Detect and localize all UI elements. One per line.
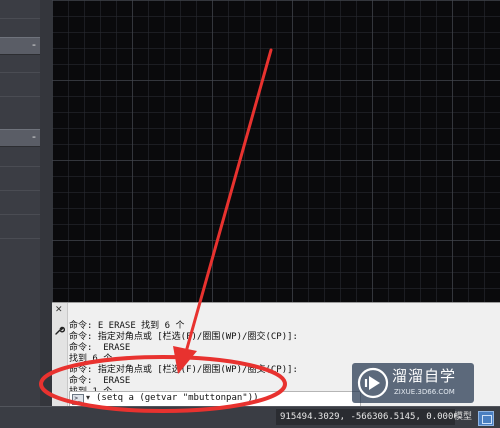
- command-input-text[interactable]: (setq a (getvar "mbuttonpan")): [96, 393, 259, 404]
- collapse-icon[interactable]: -: [32, 131, 36, 143]
- history-line: 命令: 指定对角点或 [栏选(F)/圈围(WP)/圈交(CP)]:: [69, 332, 298, 342]
- command-input[interactable]: >_ ▾ (setq a (getvar "mbuttonpan")): [69, 391, 361, 407]
- collapse-icon[interactable]: -: [32, 39, 36, 51]
- palette-section-header[interactable]: -: [0, 37, 40, 55]
- play-logo-icon: [357, 367, 389, 399]
- palette-divider: [0, 190, 40, 191]
- watermark-url: ZIXUE.3D66.COM: [394, 388, 455, 396]
- chevron-down-icon[interactable]: ▾: [86, 393, 90, 402]
- coordinate-readout[interactable]: 915494.3029, -566306.5145, 0.0000: [276, 409, 455, 425]
- status-bar: 915494.3029, -566306.5145, 0.0000 模型: [0, 406, 500, 428]
- history-line: 命令: E ERASE 找到 6 个: [69, 321, 185, 331]
- watermark-title: 溜溜自学: [392, 367, 457, 385]
- command-window-sidebar: ✕: [52, 303, 68, 407]
- palette-divider: [0, 238, 40, 239]
- close-icon[interactable]: ✕: [55, 305, 63, 315]
- palette-divider: [0, 18, 40, 19]
- history-line: 命令: ERASE: [69, 343, 131, 353]
- grid-icon[interactable]: [478, 411, 494, 426]
- palette-divider: [0, 214, 40, 215]
- command-prompt-icon[interactable]: >_: [72, 394, 84, 405]
- palette-divider: [0, 72, 40, 73]
- palette-divider: [0, 96, 40, 97]
- palette-scroll-edge: [40, 0, 52, 406]
- properties-palette: - -: [0, 0, 53, 406]
- wrench-icon[interactable]: [54, 325, 65, 339]
- palette-divider: [0, 166, 40, 167]
- model-space-button[interactable]: 模型: [454, 410, 472, 424]
- drawing-canvas[interactable]: [52, 0, 500, 302]
- watermark: 溜溜自学 ZIXUE.3D66.COM: [352, 363, 474, 403]
- palette-section-header[interactable]: -: [0, 129, 40, 147]
